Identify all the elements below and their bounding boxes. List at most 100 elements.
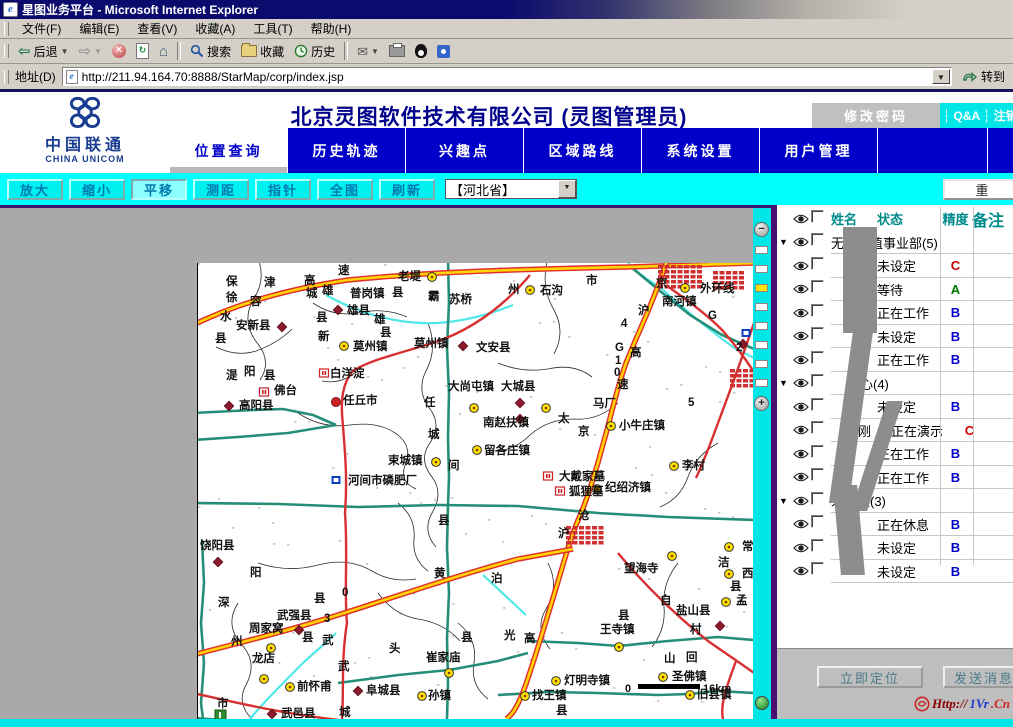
- row-checkbox[interactable]: [811, 280, 824, 293]
- group-collapse-triangle[interactable]: ▼: [777, 496, 790, 506]
- zoom-level-square[interactable]: [755, 322, 768, 330]
- row-checkbox[interactable]: [811, 492, 824, 505]
- zoom-level-square[interactable]: [755, 341, 768, 349]
- locate-now-button[interactable]: 立即定位: [817, 666, 923, 688]
- zoom-level-square[interactable]: [755, 303, 768, 311]
- visibility-eye-icon[interactable]: [790, 449, 811, 459]
- row-checkbox[interactable]: [811, 398, 824, 411]
- row-checkbox[interactable]: [811, 445, 824, 458]
- group-collapse-triangle[interactable]: ▼: [777, 378, 790, 388]
- visibility-eye-icon[interactable]: [790, 472, 811, 482]
- menu-item[interactable]: 帮助(H): [302, 20, 361, 37]
- row-checkbox[interactable]: [811, 327, 824, 340]
- tab-位置查询[interactable]: 位置查询: [170, 128, 288, 173]
- visibility-eye-icon[interactable]: [790, 566, 811, 576]
- zoom-level-square[interactable]: [755, 360, 768, 368]
- back-button[interactable]: ⇦ 后退 ▼: [13, 42, 74, 61]
- mail-dropdown-caret[interactable]: ▼: [371, 47, 379, 56]
- visibility-eye-icon[interactable]: [790, 355, 811, 365]
- tab-兴趣点[interactable]: 兴趣点: [406, 128, 524, 173]
- visibility-eye-icon[interactable]: [790, 519, 811, 529]
- toolbar-grip[interactable]: [4, 22, 9, 36]
- menu-item[interactable]: 文件(F): [13, 20, 70, 37]
- region-select[interactable]: 【河北省】 ▼: [445, 179, 577, 199]
- visibility-eye-icon[interactable]: [790, 378, 811, 388]
- visibility-eye-icon[interactable]: [790, 261, 811, 271]
- visibility-eye-icon[interactable]: [790, 308, 811, 318]
- menu-item[interactable]: 工具(T): [244, 20, 301, 37]
- map-tool-刷新[interactable]: 刷新: [379, 179, 435, 200]
- qq-button[interactable]: [410, 43, 432, 59]
- row-checkbox[interactable]: [811, 374, 824, 387]
- forward-button[interactable]: ⇨ ▼: [74, 43, 108, 60]
- map-speckle: [384, 264, 386, 266]
- visibility-eye-icon[interactable]: [790, 402, 811, 412]
- zoom-level-square[interactable]: [755, 265, 768, 273]
- zoom-level-square[interactable]: [755, 246, 768, 254]
- tab-用户管理[interactable]: 用户管理: [760, 128, 878, 173]
- county-diamond-marker: [353, 686, 363, 696]
- back-dropdown-caret[interactable]: ▼: [61, 47, 69, 56]
- row-checkbox[interactable]: [811, 233, 824, 246]
- refresh-button[interactable]: ↻: [131, 42, 154, 60]
- tab-历史轨迹[interactable]: 历史轨迹: [288, 128, 406, 173]
- visibility-eye-icon[interactable]: [790, 496, 811, 506]
- zoom-level-square[interactable]: [755, 284, 768, 292]
- address-input[interactable]: e http://211.94.164.70:8888/StarMap/corp…: [62, 67, 952, 86]
- tab-系统设置[interactable]: 系统设置: [642, 128, 760, 173]
- menu-item[interactable]: 收藏(A): [186, 20, 244, 37]
- toolbar-grip[interactable]: [4, 70, 9, 84]
- zoom-in-button[interactable]: +: [754, 396, 769, 411]
- messenger-button[interactable]: [432, 44, 455, 59]
- print-button[interactable]: [384, 44, 410, 58]
- row-checkbox[interactable]: [811, 210, 824, 223]
- favorites-button[interactable]: 收藏: [236, 42, 289, 61]
- map-tool-指针[interactable]: 指针: [255, 179, 311, 200]
- visibility-eye-icon[interactable]: [790, 331, 811, 341]
- partial-right-button[interactable]: 重: [943, 179, 1013, 200]
- row-checkbox[interactable]: [811, 257, 824, 270]
- search-button[interactable]: 搜索: [185, 42, 236, 61]
- map-viewport[interactable]: 保徐水县容津高城雄速普岗镇县老堤霸苏桥州石沟市京外环线南河镇雄县安新县县新雄县莫…: [0, 205, 753, 719]
- toolbar-grip[interactable]: [4, 44, 9, 58]
- map-tool-全图[interactable]: 全图: [317, 179, 373, 200]
- visibility-eye-icon[interactable]: [790, 237, 811, 247]
- row-checkbox[interactable]: [811, 539, 824, 552]
- region-dropdown-button[interactable]: ▼: [558, 180, 576, 198]
- row-checkbox[interactable]: [811, 421, 824, 434]
- stop-button[interactable]: ✕: [107, 43, 131, 59]
- qa-logout-links[interactable]: ┆ Q&A ┆ 注销: [940, 103, 1013, 128]
- row-checkbox[interactable]: [811, 562, 824, 575]
- visibility-eye-icon[interactable]: [790, 425, 811, 435]
- home-button[interactable]: ⌂: [154, 43, 173, 60]
- row-checkbox[interactable]: [811, 351, 824, 364]
- map-tool-平移[interactable]: 平移: [131, 179, 187, 200]
- zoom-out-button[interactable]: −: [754, 222, 769, 237]
- map-tool-测距[interactable]: 测距: [193, 179, 249, 200]
- visibility-eye-icon[interactable]: [790, 214, 811, 224]
- tab-区域路线[interactable]: 区域路线: [524, 128, 642, 173]
- map-tool-缩小[interactable]: 缩小: [69, 179, 125, 200]
- mail-button[interactable]: ✉▼: [352, 44, 384, 59]
- history-button[interactable]: 历史: [289, 42, 340, 61]
- visibility-eye-icon[interactable]: [790, 543, 811, 553]
- row-checkbox[interactable]: [811, 468, 824, 481]
- visibility-eye-icon[interactable]: [790, 284, 811, 294]
- globe-icon[interactable]: [755, 696, 769, 710]
- row-checkbox[interactable]: [811, 304, 824, 317]
- send-message-button[interactable]: 发送消息: [943, 666, 1013, 688]
- address-dropdown-button[interactable]: ▼: [932, 69, 950, 84]
- group-collapse-triangle[interactable]: ▼: [777, 237, 790, 247]
- map-tool-放大[interactable]: 放大: [7, 179, 63, 200]
- map-speckle: [618, 568, 620, 570]
- unicom-knot-icon: [62, 94, 108, 132]
- row-checkbox[interactable]: [811, 515, 824, 528]
- forward-dropdown-caret[interactable]: ▼: [94, 47, 102, 56]
- menu-item[interactable]: 编辑(E): [70, 20, 128, 37]
- map-image[interactable]: 保徐水县容津高城雄速普岗镇县老堤霸苏桥州石沟市京外环线南河镇雄县安新县县新雄县莫…: [197, 263, 753, 719]
- map-speckle: [545, 523, 547, 525]
- go-button[interactable]: 转到: [952, 68, 1013, 85]
- change-password-button[interactable]: 修改密码: [812, 103, 940, 128]
- menu-item[interactable]: 查看(V): [128, 20, 186, 37]
- zoom-level-square[interactable]: [755, 379, 768, 387]
